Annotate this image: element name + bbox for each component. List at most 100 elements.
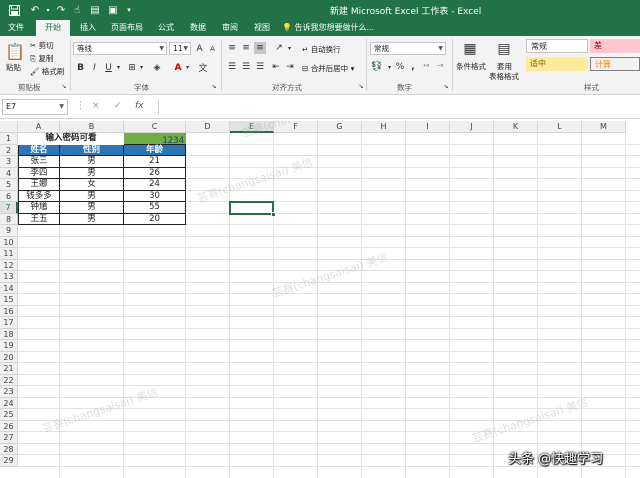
save-icon[interactable] — [8, 3, 20, 17]
table-cell[interactable]: 王五 — [18, 213, 60, 225]
redo-icon[interactable]: ↷ — [55, 3, 67, 17]
table-cell[interactable]: 30 — [124, 190, 186, 202]
font-launcher-icon[interactable]: ↘ — [210, 82, 218, 91]
column-header-k[interactable]: K — [494, 121, 538, 133]
active-cell-selection[interactable] — [229, 201, 274, 215]
currency-icon[interactable]: 💱 — [370, 61, 384, 73]
shrink-font-button[interactable]: A — [207, 42, 218, 55]
tell-me-box[interactable]: 💡 告诉我您想要做什么... — [282, 22, 374, 34]
row-header-4[interactable]: 4 — [0, 167, 18, 179]
tab-data[interactable]: 数据 — [184, 20, 212, 36]
table-cell[interactable]: 张三 — [18, 156, 60, 168]
table-header-cell[interactable]: 性别 — [60, 144, 124, 156]
decrease-indent-icon[interactable]: ⇤ — [270, 61, 282, 73]
row-header-19[interactable]: 19 — [0, 340, 18, 352]
column-header-a[interactable]: A — [18, 121, 60, 133]
row-header-11[interactable]: 11 — [0, 248, 18, 260]
column-header-h[interactable]: H — [362, 121, 406, 133]
bold-button[interactable]: B — [75, 61, 86, 74]
row-header-1[interactable]: 1 — [0, 133, 18, 145]
orientation-icon[interactable]: ↗ — [272, 42, 286, 54]
row-header-2[interactable]: 2 — [0, 144, 18, 156]
tab-page-layout[interactable]: 页面布局 — [106, 20, 148, 36]
table-cell[interactable]: 26 — [124, 167, 186, 179]
row-header-14[interactable]: 14 — [0, 282, 18, 294]
style-neutral[interactable]: 适中 — [526, 57, 588, 71]
style-normal[interactable]: 常规 — [526, 39, 588, 53]
row-header-17[interactable]: 17 — [0, 317, 18, 329]
table-cell[interactable]: 男 — [60, 213, 124, 225]
tab-formulas[interactable]: 公式 — [152, 20, 180, 36]
align-middle-icon[interactable]: ≡ — [240, 42, 252, 54]
chevron-down-icon[interactable]: ▾ — [386, 61, 393, 73]
number-format-select[interactable]: 常规 ▼ — [370, 42, 446, 55]
table-cell[interactable]: 钱多多 — [18, 190, 60, 202]
formula-input[interactable] — [158, 99, 638, 115]
row-header-16[interactable]: 16 — [0, 305, 18, 317]
row-header-28[interactable]: 28 — [0, 443, 18, 455]
row-header-20[interactable]: 20 — [0, 351, 18, 363]
row-header-9[interactable]: 9 — [0, 225, 18, 237]
comma-button[interactable]: , — [408, 61, 418, 73]
table-cell[interactable]: 男 — [60, 156, 124, 168]
italic-button[interactable]: I — [89, 61, 100, 74]
name-box[interactable]: E7 ▼ — [2, 99, 68, 115]
row-header-24[interactable]: 24 — [0, 397, 18, 409]
percent-button[interactable]: % — [394, 61, 406, 73]
row-header-12[interactable]: 12 — [0, 259, 18, 271]
wrap-text-button[interactable]: ↵ 自动换行 — [302, 44, 341, 55]
font-color-button[interactable]: A — [172, 61, 184, 74]
row-header-18[interactable]: 18 — [0, 328, 18, 340]
table-cell[interactable]: 王娜 — [18, 179, 60, 191]
table-cell[interactable]: 55 — [124, 202, 186, 214]
align-top-icon[interactable]: ≡ — [226, 42, 238, 54]
row-header-13[interactable]: 13 — [0, 271, 18, 283]
row-header-26[interactable]: 26 — [0, 420, 18, 432]
open-icon[interactable]: ▣ — [106, 3, 120, 17]
column-header-j[interactable]: J — [450, 121, 494, 133]
fill-handle[interactable] — [271, 211, 276, 217]
column-header-l[interactable]: L — [538, 121, 582, 133]
format-as-table-icon[interactable]: ▤ — [494, 39, 514, 59]
undo-icon[interactable]: ↶ — [28, 3, 42, 17]
number-launcher-icon[interactable]: ↘ — [442, 82, 450, 91]
paste-button[interactable]: 粘贴 — [6, 62, 21, 73]
font-name-select[interactable]: 等线 ▼ — [73, 42, 167, 55]
table-cell[interactable]: 李四 — [18, 167, 60, 179]
worksheet-grid[interactable]: A B C D E F G H I J K L M 1 2 3 4 5 6 7 8 9 10 11 12 13 14 15 16 17 18… — [0, 121, 640, 478]
row-header-29[interactable]: 29 — [0, 455, 18, 467]
underline-button[interactable]: U — [103, 61, 114, 74]
clipboard-launcher-icon[interactable]: ↘ — [60, 82, 68, 91]
chevron-down-icon[interactable]: ▾ — [184, 61, 191, 74]
table-cell[interactable]: 男 — [60, 202, 124, 214]
row-header-15[interactable]: 15 — [0, 294, 18, 306]
table-cell[interactable]: 24 — [124, 179, 186, 191]
paste-icon[interactable]: 📋 — [4, 40, 26, 62]
cancel-icon[interactable]: × — [92, 101, 100, 111]
row-header-21[interactable]: 21 — [0, 363, 18, 375]
column-header-g[interactable]: G — [318, 121, 362, 133]
column-header-b[interactable]: B — [60, 121, 124, 133]
select-all-corner[interactable] — [0, 121, 18, 133]
column-header-f[interactable]: F — [274, 121, 318, 133]
row-header-8[interactable]: 8 — [0, 213, 18, 225]
table-cell[interactable]: 男 — [60, 167, 124, 179]
conditional-formatting-button[interactable]: 条件格式 — [456, 61, 486, 72]
phonetic-icon[interactable]: 文 — [198, 61, 208, 74]
font-size-select[interactable]: 11 ▼ — [169, 42, 191, 55]
row-header-5[interactable]: 5 — [0, 179, 18, 191]
row-header-7[interactable]: 7 — [0, 202, 18, 214]
column-header-c[interactable]: C — [124, 121, 186, 133]
row-header-23[interactable]: 23 — [0, 386, 18, 398]
align-right-icon[interactable]: ☰ — [254, 61, 266, 73]
customize-quick-access-icon[interactable]: ▾ — [124, 3, 134, 17]
increase-decimal-icon[interactable]: ⁺⁰ — [420, 61, 432, 73]
row-header-10[interactable]: 10 — [0, 236, 18, 248]
row-header-6[interactable]: 6 — [0, 190, 18, 202]
table-cell[interactable]: 20 — [124, 213, 186, 225]
fill-color-icon[interactable]: ◈ — [151, 61, 163, 74]
chevron-down-icon[interactable]: ▾ — [138, 61, 145, 74]
table-cell[interactable]: 男 — [60, 190, 124, 202]
tab-review[interactable]: 审阅 — [216, 20, 244, 36]
tab-home[interactable]: 开始 — [36, 20, 70, 36]
